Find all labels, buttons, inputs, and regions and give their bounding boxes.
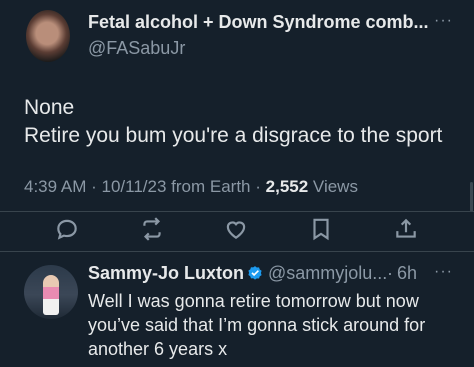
- reply-author-handle[interactable]: @sammyjolu...: [268, 263, 387, 284]
- reply-author-avatar[interactable]: [24, 265, 78, 319]
- author-name[interactable]: Fetal alcohol + Down Syndrome comb...: [88, 12, 429, 33]
- author-avatar[interactable]: [26, 10, 70, 62]
- retweet-icon[interactable]: [139, 216, 169, 246]
- views-count[interactable]: 2,552: [266, 177, 309, 196]
- reply-tweet[interactable]: Sammy-Jo Luxton @sammyjolu... · 6h ··· W…: [0, 253, 474, 367]
- meta-separator: ·: [255, 177, 266, 196]
- meta-separator: ·: [91, 177, 102, 196]
- more-options-icon[interactable]: ···: [434, 263, 453, 281]
- reply-text-line: another 6 years x: [88, 339, 228, 359]
- author-handle[interactable]: @FASabuJr: [88, 38, 185, 59]
- tweet-text-line: None: [24, 96, 75, 119]
- reply-icon[interactable]: [54, 216, 84, 246]
- divider: [0, 251, 474, 252]
- reply-text-line: Well I was gonna retire tomorrow but now: [88, 291, 419, 311]
- reply-text: Well I was gonna retire tomorrow but now…: [88, 289, 425, 361]
- reply-text-line: you’ve said that I’m gonna stick around …: [88, 315, 426, 335]
- more-options-icon[interactable]: ···: [434, 12, 453, 30]
- tweet-text-line: Retire you bum you're a disgrace to the …: [24, 124, 443, 147]
- meta-separator: ·: [387, 263, 393, 283]
- verified-badge-icon: [246, 265, 264, 283]
- tweet-time[interactable]: 4:39 AM: [24, 177, 86, 196]
- tweet-text: None Retire you bum you're a disgrace to…: [24, 94, 442, 150]
- reply-time[interactable]: 6h: [397, 263, 417, 284]
- main-tweet: Fetal alcohol + Down Syndrome comb... @F…: [0, 0, 474, 252]
- scrollbar[interactable]: [470, 182, 473, 212]
- reply-author-name[interactable]: Sammy-Jo Luxton: [88, 263, 244, 284]
- views-label[interactable]: Views: [313, 177, 358, 196]
- like-icon[interactable]: [223, 216, 253, 246]
- tweet-source: from Earth: [171, 177, 251, 196]
- tweet-meta: 4:39 AM · 10/11/23 from Earth · 2,552 Vi…: [24, 177, 358, 197]
- bookmark-icon[interactable]: [308, 216, 338, 246]
- divider: [0, 211, 474, 212]
- share-icon[interactable]: [393, 216, 423, 246]
- avatar-figure: [43, 275, 59, 315]
- tweet-date[interactable]: 10/11/23: [102, 177, 167, 196]
